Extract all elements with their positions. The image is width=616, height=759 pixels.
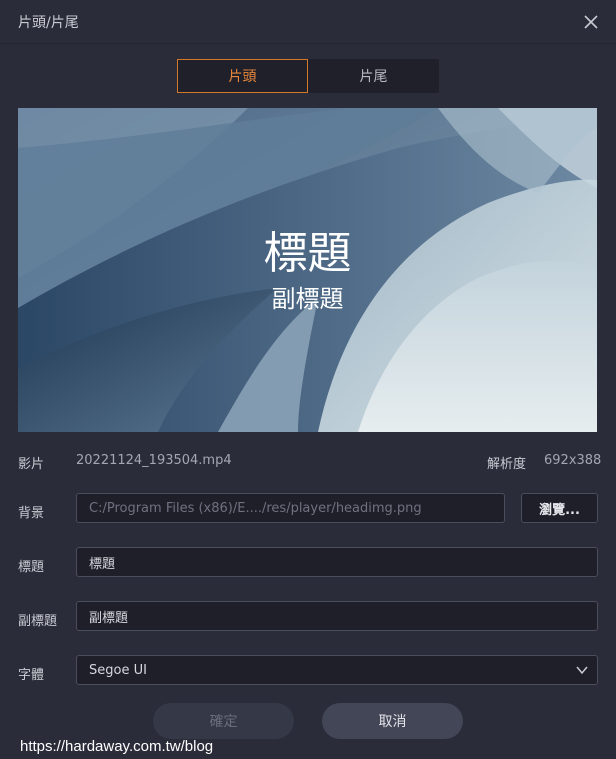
close-icon[interactable] [580, 11, 602, 33]
tab-intro[interactable]: 片頭 [177, 59, 308, 93]
preview-subtitle: 副標題 [271, 285, 344, 313]
font-select-value: Segoe UI [89, 662, 147, 678]
tab-outro[interactable]: 片尾 [308, 59, 439, 93]
title-input[interactable]: 標題 [76, 547, 598, 577]
resolution-label: 解析度 [487, 457, 527, 472]
subtitle-input[interactable]: 副標題 [76, 601, 598, 631]
ok-button[interactable]: 確定 [153, 703, 294, 739]
video-label: 影片 [18, 457, 45, 472]
background-label: 背景 [18, 506, 45, 521]
video-filename: 20221124_193504.mp4 [76, 453, 232, 468]
subtitle-label: 副標題 [18, 614, 58, 629]
resolution-value: 692x388 [544, 453, 602, 468]
font-select[interactable]: Segoe UI [76, 655, 598, 685]
background-path-text: C:/Program Files (x86)/E..../res/player/… [89, 500, 422, 516]
watermark-text: https://hardaway.com.tw/blog [20, 738, 214, 755]
subtitle-input-value: 副標題 [89, 610, 129, 626]
title-bar: 片頭/片尾 [0, 0, 616, 44]
title-input-value: 標題 [89, 556, 116, 572]
preview-title: 標題 [263, 228, 352, 279]
browse-button[interactable]: 瀏覽... [521, 493, 598, 523]
preview-area: 標題 副標題 [18, 108, 597, 432]
tab-bar: 片頭 片尾 [177, 59, 439, 93]
window-title: 片頭/片尾 [18, 15, 79, 31]
title-label: 標題 [18, 560, 45, 575]
font-label: 字體 [18, 668, 45, 683]
chevron-down-icon [576, 666, 588, 675]
cancel-button[interactable]: 取消 [322, 703, 463, 739]
background-path-field: C:/Program Files (x86)/E..../res/player/… [76, 493, 505, 523]
